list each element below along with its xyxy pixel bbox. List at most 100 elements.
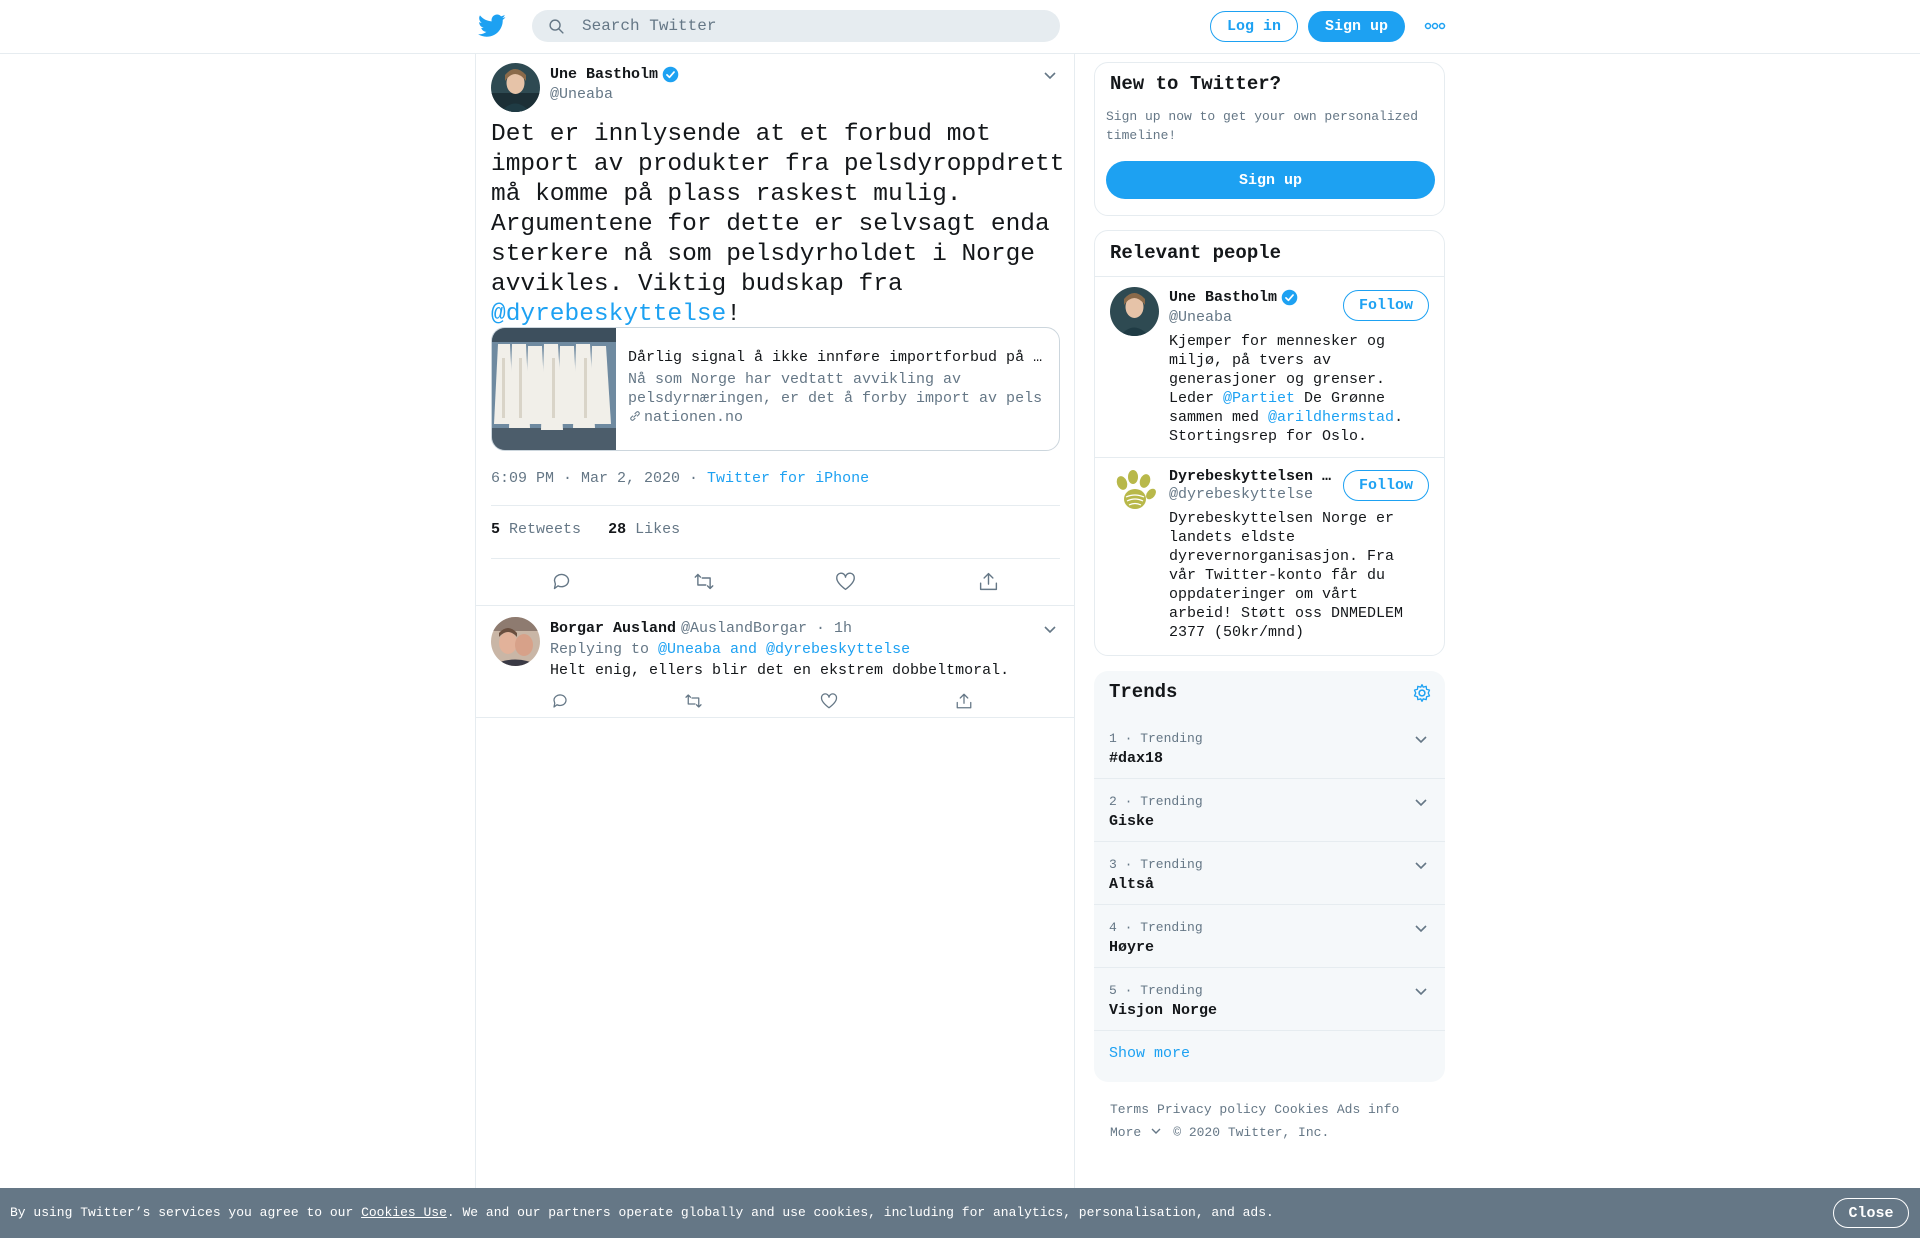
reply-author-name[interactable]: Borgar Ausland — [550, 620, 676, 637]
trend-item[interactable]: 2 · Trending Giske — [1094, 779, 1445, 842]
share-icon[interactable] — [978, 571, 999, 592]
link-icon — [630, 411, 640, 421]
like-icon[interactable] — [820, 692, 838, 710]
main-column: Une Bastholm @Uneaba Det er innlysende a… — [475, 54, 1075, 1188]
sidebar-signup-button[interactable]: Sign up — [1106, 161, 1435, 199]
chevron-down-icon — [1151, 1128, 1161, 1134]
trend-item[interactable]: 1 · Trending #dax18 — [1094, 716, 1445, 779]
new-to-twitter-title: New to Twitter? — [1110, 73, 1282, 95]
divider — [491, 505, 1060, 506]
more-options-icon[interactable] — [1424, 16, 1446, 36]
likes-stat[interactable]: 28 Likes — [608, 521, 680, 538]
person-card[interactable]: Une Bastholm @Uneaba Follow Kjemper for … — [1095, 277, 1444, 457]
reply-author-handle[interactable]: @AuslandBorgar · 1h — [681, 620, 852, 637]
reply-tweet[interactable]: Borgar Ausland @AuslandBorgar · 1h Reply… — [476, 606, 1074, 718]
replying-to: Replying to @Uneaba and @dyrebeskyttelse — [550, 641, 911, 658]
retweets-stat[interactable]: 5 Retweets — [491, 521, 581, 538]
like-icon[interactable] — [835, 571, 856, 592]
trend-meta: 4 · Trending — [1109, 920, 1203, 935]
card-domain: nationen.no — [628, 409, 743, 426]
cookie-consent-bar: By using Twitter’s services you agree to… — [0, 1188, 1920, 1238]
tweet-meta: 6:09 PM · Mar 2, 2020 · Twitter for iPho… — [491, 470, 870, 487]
author-handle[interactable]: @Uneaba — [550, 86, 613, 103]
ads-info-link[interactable]: Ads info — [1337, 1102, 1399, 1117]
chevron-down-icon[interactable] — [1414, 986, 1428, 996]
trend-name[interactable]: Altså — [1109, 876, 1154, 893]
verified-badge-icon — [662, 66, 679, 83]
chevron-down-icon[interactable] — [1414, 860, 1428, 870]
cookies-link[interactable]: Cookies — [1274, 1102, 1329, 1117]
chevron-down-icon[interactable] — [1414, 797, 1428, 807]
card-description: Nå som Norge har vedtatt avvikling av pe… — [628, 371, 1043, 407]
more-menu-link[interactable]: More — [1110, 1125, 1161, 1140]
tweet-timestamp[interactable]: 6:09 PM · Mar 2, 2020 — [491, 470, 680, 487]
show-more-link[interactable]: Show more — [1109, 1045, 1190, 1062]
reply-icon[interactable] — [551, 692, 569, 710]
author-name[interactable]: Une Bastholm — [550, 66, 658, 83]
top-header: Log in Sign up — [0, 0, 1920, 54]
divider — [491, 558, 1060, 559]
follow-button[interactable]: Follow — [1343, 470, 1429, 501]
tweet-stats: 5 Retweets 28 Likes — [491, 521, 680, 538]
retweet-icon[interactable] — [684, 692, 703, 710]
relevant-people-title: Relevant people — [1110, 242, 1282, 264]
person-handle[interactable]: @dyrebeskyttelse — [1169, 486, 1313, 503]
reply-text: Helt enig, ellers blir det en ekstrem do… — [550, 662, 1010, 679]
link-preview-card[interactable]: Dårlig signal å ikke innføre importforbu… — [491, 327, 1060, 451]
trend-item[interactable]: 4 · Trending Høyre — [1094, 905, 1445, 968]
chevron-down-icon[interactable] — [1043, 624, 1057, 634]
close-cookie-button[interactable]: Close — [1833, 1198, 1909, 1228]
search-bar[interactable] — [532, 10, 1060, 42]
privacy-link[interactable]: Privacy policy — [1157, 1102, 1266, 1117]
search-icon — [549, 19, 564, 34]
bio-mention-link[interactable]: @Partiet — [1223, 390, 1295, 407]
trend-meta: 1 · Trending — [1109, 731, 1203, 746]
person-name[interactable]: Dyrebeskyttelsen Norge — [1169, 468, 1334, 485]
settings-gear-icon[interactable] — [1412, 683, 1432, 703]
trend-meta: 2 · Trending — [1109, 794, 1203, 809]
twitter-logo-icon[interactable] — [478, 14, 506, 38]
trend-name[interactable]: Visjon Norge — [1109, 1002, 1217, 1019]
new-to-twitter-subtitle: Sign up now to get your own personalized… — [1106, 109, 1419, 143]
relevant-people-box: Relevant people Une Bastholm @Uneaba Fol… — [1094, 230, 1445, 656]
person-bio: Dyrebeskyttelsen Norge er landets eldste… — [1169, 510, 1404, 641]
sidebar-footer: Terms Privacy policy Cookies Ads info More ©… — [1110, 1098, 1450, 1144]
retweet-icon[interactable] — [693, 571, 715, 592]
replying-to-users[interactable]: @Uneaba and @dyrebeskyttelse — [658, 641, 910, 658]
reply-author-avatar[interactable] — [491, 617, 540, 666]
trend-item[interactable]: 5 · Trending Visjon Norge — [1094, 968, 1445, 1031]
trend-name[interactable]: Høyre — [1109, 939, 1154, 956]
tweet-source-link[interactable]: Twitter for iPhone — [707, 470, 869, 487]
card-title: Dårlig signal å ikke innføre importforbu… — [628, 349, 1048, 366]
card-thumbnail — [492, 328, 616, 450]
trends-box: Trends 1 · Trending #dax18 2 · Trending … — [1094, 671, 1445, 1082]
person-card[interactable]: Dyrebeskyttelsen Norge @dyrebeskyttelse … — [1095, 458, 1444, 655]
chevron-down-icon[interactable] — [1043, 70, 1057, 80]
bio-mention-link[interactable]: @arildhermstad — [1268, 409, 1394, 426]
share-icon[interactable] — [955, 692, 973, 710]
person-name[interactable]: Une Bastholm — [1169, 289, 1289, 306]
chevron-down-icon[interactable] — [1414, 923, 1428, 933]
signup-button[interactable]: Sign up — [1308, 11, 1405, 42]
copyright: © 2020 Twitter, Inc. — [1173, 1125, 1330, 1140]
main-tweet: Une Bastholm @Uneaba Det er innlysende a… — [476, 54, 1074, 606]
trend-meta: 3 · Trending — [1109, 857, 1203, 872]
terms-link[interactable]: Terms — [1110, 1102, 1149, 1117]
cookies-use-link[interactable]: Cookies Use — [361, 1205, 447, 1220]
author-avatar[interactable] — [491, 63, 540, 112]
person-handle[interactable]: @Uneaba — [1169, 309, 1232, 326]
search-input[interactable] — [582, 10, 1042, 42]
mention-link[interactable]: @dyrebeskyttelse — [491, 301, 726, 328]
person-avatar[interactable] — [1110, 467, 1159, 516]
reply-icon[interactable] — [551, 571, 572, 592]
trend-item[interactable]: 3 · Trending Altså — [1094, 842, 1445, 905]
trends-title: Trends — [1109, 681, 1178, 703]
chevron-down-icon[interactable] — [1414, 734, 1428, 744]
verified-badge-icon — [1281, 289, 1298, 306]
trend-name[interactable]: Giske — [1109, 813, 1154, 830]
person-bio: Kjemper for mennesker og miljø, på tvers… — [1169, 333, 1404, 445]
person-avatar[interactable] — [1110, 287, 1159, 336]
follow-button[interactable]: Follow — [1343, 290, 1429, 321]
trend-name[interactable]: #dax18 — [1109, 750, 1163, 767]
login-button[interactable]: Log in — [1210, 11, 1298, 42]
